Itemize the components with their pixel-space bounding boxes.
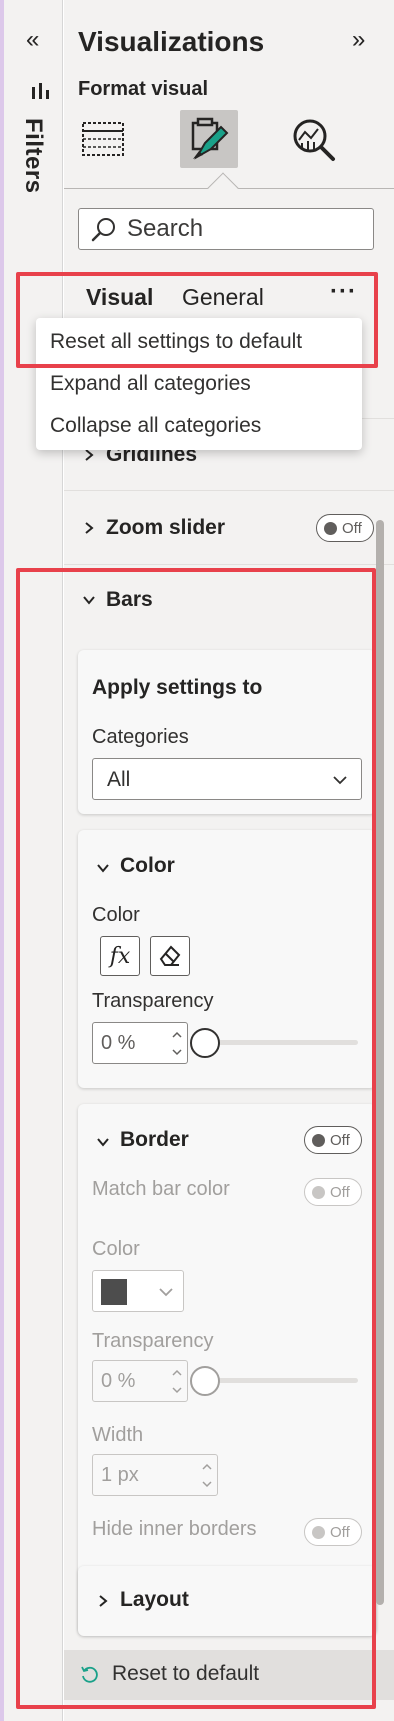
apply-settings-title: Apply settings to [92, 676, 263, 699]
chevron-up-icon[interactable] [172, 1030, 182, 1040]
filters-label[interactable]: Filters [19, 118, 47, 194]
visualizations-pane: Visualizations » Format visual Search Vi… [64, 0, 394, 1721]
categories-value: All [107, 768, 131, 791]
search-icon [91, 218, 115, 242]
toggle-knob [312, 1133, 325, 1147]
tab-visual[interactable]: Visual [86, 284, 153, 311]
menu-item-reset-all[interactable]: Reset all settings to default [50, 330, 302, 354]
transparency-input[interactable]: 0 % [92, 1022, 188, 1064]
chevron-right-icon [85, 449, 94, 461]
search-input[interactable]: Search [78, 208, 374, 250]
chevron-down-icon [97, 864, 109, 873]
color-card: Color Color fx Transparency 0 % [78, 830, 376, 1088]
conditional-formatting-button[interactable]: fx [100, 936, 140, 976]
toggle-knob [312, 1185, 325, 1199]
color-swatch [101, 1279, 127, 1305]
color-card-header[interactable]: Color [92, 852, 362, 882]
tab-general[interactable]: General [182, 284, 264, 311]
border-card: Border Off Match bar color Off Color Tra… [78, 1104, 376, 1634]
eraser-icon [159, 945, 181, 966]
collapse-filters-icon[interactable]: « [26, 28, 39, 52]
filter-icon [32, 83, 50, 99]
categories-dropdown[interactable]: All [92, 758, 362, 800]
format-visual-label: Format visual [78, 78, 209, 100]
zoom-slider-toggle[interactable]: Off [316, 514, 374, 542]
tab-analytics[interactable] [284, 110, 342, 168]
border-transparency-input[interactable]: 0 % [92, 1360, 188, 1402]
build-visual-icon [82, 122, 124, 156]
border-transparency-slider-thumb[interactable] [190, 1366, 220, 1396]
analytics-icon [293, 119, 335, 161]
transparency-label: Transparency [92, 990, 214, 1012]
match-bar-color-toggle[interactable]: Off [304, 1178, 362, 1206]
chevron-up-icon[interactable] [172, 1368, 182, 1378]
border-transparency-label: Transparency [92, 1330, 214, 1352]
more-options-menu: Reset all settings to default Expand all… [36, 318, 362, 450]
hide-inner-borders-toggle[interactable]: Off [304, 1518, 362, 1546]
clear-color-button[interactable] [150, 936, 190, 976]
fx-icon: fx [109, 943, 131, 969]
chevron-down-icon [333, 776, 347, 785]
section-divider [64, 564, 394, 565]
search-placeholder: Search [127, 215, 204, 242]
paintbrush-icon [191, 117, 229, 160]
chevron-right-icon [99, 1595, 108, 1607]
transparency-slider-thumb[interactable] [190, 1028, 220, 1058]
tab-format-visual[interactable] [180, 110, 238, 168]
chevron-down-icon[interactable] [172, 1385, 182, 1395]
border-card-title: Border [120, 1128, 189, 1151]
border-toggle[interactable]: Off [304, 1126, 362, 1154]
border-width-input[interactable]: 1 px [92, 1454, 218, 1496]
reset-icon [81, 1666, 98, 1683]
layout-card[interactable]: Layout [78, 1566, 376, 1636]
chevron-down-icon [97, 1138, 109, 1147]
layout-card-title: Layout [120, 1588, 189, 1611]
more-options-icon[interactable]: ··· [330, 278, 357, 306]
tab-build-visual[interactable] [74, 110, 132, 168]
border-card-header[interactable]: Border [92, 1126, 292, 1156]
toggle-label: Off [342, 519, 362, 537]
border-color-picker[interactable] [92, 1270, 184, 1312]
border-transparency-value: 0 % [101, 1370, 136, 1392]
chevron-down-icon[interactable] [202, 1479, 212, 1489]
section-zoom-slider[interactable]: Zoom slider Off [64, 494, 394, 562]
border-width-value: 1 px [101, 1464, 139, 1486]
reset-label: Reset to default [112, 1662, 260, 1685]
toggle-knob [312, 1525, 325, 1539]
color-label: Color [92, 904, 140, 926]
reset-to-default-button[interactable]: Reset to default [64, 1650, 394, 1700]
chevron-down-icon [159, 1288, 173, 1297]
transparency-slider-track[interactable] [204, 1040, 358, 1045]
chevron-down-icon [83, 596, 95, 605]
chevron-up-icon[interactable] [202, 1462, 212, 1472]
filters-rail[interactable]: « Filters [4, 0, 63, 1721]
toggle-knob [324, 521, 337, 535]
scrollbar-thumb[interactable] [376, 520, 384, 1605]
section-divider [64, 490, 394, 491]
active-tab-pointer [207, 172, 239, 204]
toggle-label: Off [330, 1131, 350, 1149]
categories-label: Categories [92, 726, 189, 748]
chevron-right-icon [85, 522, 94, 534]
expand-pane-icon[interactable]: » [352, 28, 365, 52]
menu-item-expand-all[interactable]: Expand all categories [50, 372, 251, 396]
apply-settings-card: Apply settings to Categories All [78, 650, 376, 814]
menu-item-collapse-all[interactable]: Collapse all categories [50, 414, 261, 438]
section-label: Bars [106, 588, 153, 611]
transparency-value: 0 % [101, 1032, 136, 1054]
chevron-down-icon[interactable] [172, 1047, 182, 1057]
border-width-label: Width [92, 1424, 144, 1446]
hide-inner-borders-label: Hide inner borders [92, 1518, 257, 1540]
section-label: Zoom slider [106, 516, 226, 539]
toggle-label: Off [330, 1523, 350, 1541]
border-color-label: Color [92, 1238, 140, 1260]
border-transparency-slider-track[interactable] [204, 1378, 358, 1383]
match-bar-color-label: Match bar color [92, 1178, 230, 1200]
pane-title: Visualizations [78, 26, 265, 57]
toggle-label: Off [330, 1183, 350, 1201]
color-card-title: Color [120, 854, 175, 877]
section-bars[interactable]: Bars [64, 566, 394, 634]
